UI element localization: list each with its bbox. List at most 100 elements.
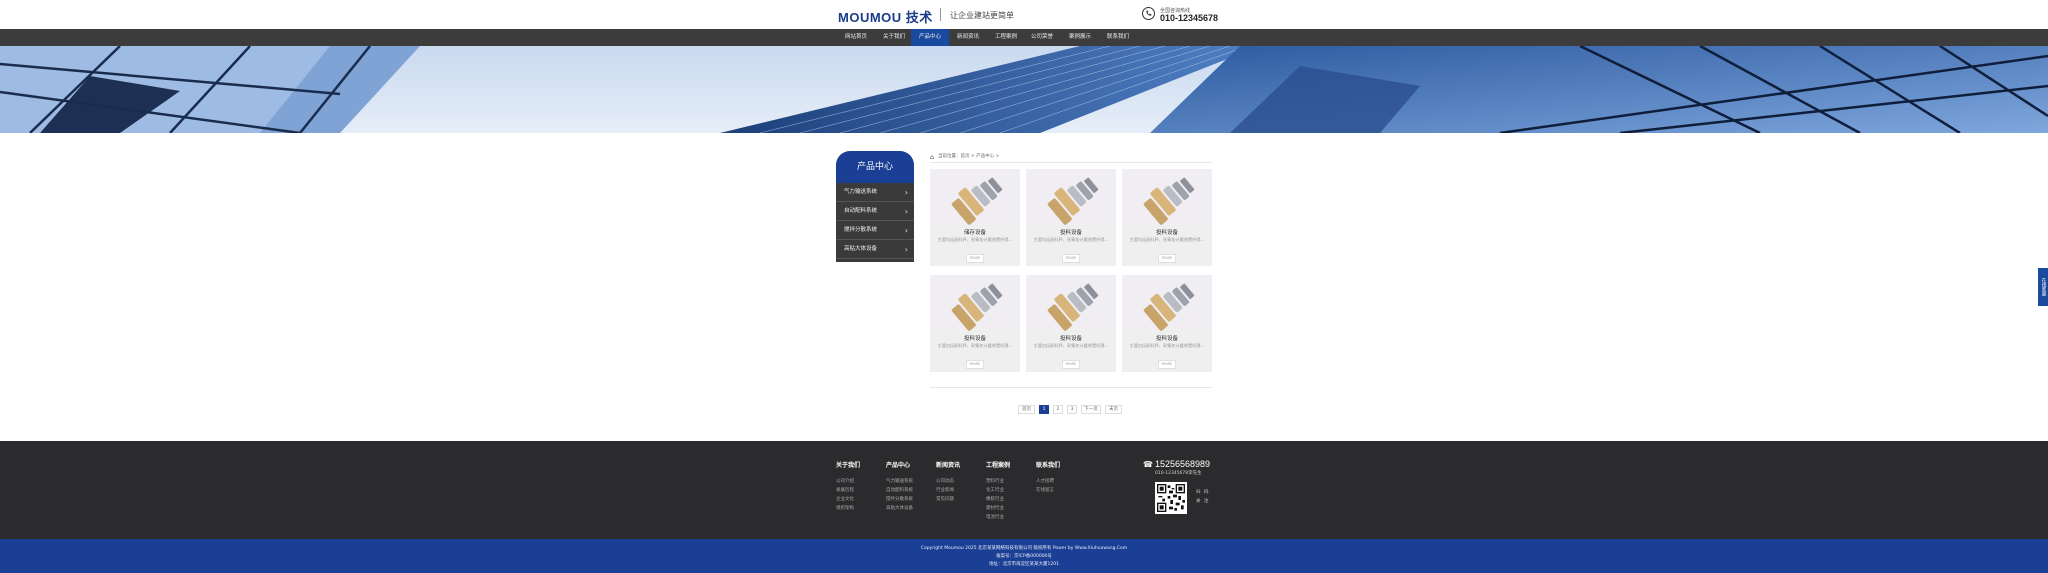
product-name[interactable]: 投料设备 bbox=[1026, 334, 1116, 342]
product-card[interactable]: 投料设备 主要包括配料秤，采集各计量装置所得... MORE bbox=[930, 275, 1020, 372]
banner-skyscraper-image bbox=[0, 46, 2048, 133]
nav-item-cases[interactable]: 工程案例 bbox=[987, 29, 1025, 46]
footer-link[interactable]: 在线留言 bbox=[1036, 487, 1054, 493]
qr-label: 注 bbox=[1204, 499, 1209, 504]
footer-link[interactable]: 发展历程 bbox=[836, 487, 854, 493]
footer-link[interactable]: 化工行业 bbox=[986, 487, 1004, 493]
footer-col-title[interactable]: 关于我们 bbox=[836, 460, 860, 469]
product-card[interactable]: 投料设备 主要包括配料秤，采集各计量装置所得... MORE bbox=[1122, 169, 1212, 266]
footer-col-title[interactable]: 联系我们 bbox=[1036, 460, 1060, 469]
product-name[interactable]: 投料设备 bbox=[930, 334, 1020, 342]
footer-col-title[interactable]: 产品中心 bbox=[886, 460, 910, 469]
site-footer bbox=[0, 441, 2048, 539]
product-desc: 主要包括配料秤，采集各计量装置所得... bbox=[1129, 237, 1205, 242]
more-button[interactable]: MORE bbox=[1062, 254, 1080, 263]
telephone-icon: ☎ bbox=[1143, 460, 1153, 469]
footer-link[interactable]: 行业新闻 bbox=[936, 487, 954, 493]
sidebar-item-mixing-dispersion[interactable]: 搅拌分散系统 › bbox=[836, 221, 914, 240]
site-header: MOUMOU 技术 让企业建站更简单 全国咨询热线 010-12345678 bbox=[0, 0, 2048, 29]
pagination-first[interactable]: 首页 bbox=[1018, 405, 1035, 414]
page: MOUMOU 技术 让企业建站更简单 全国咨询热线 010-12345678 网… bbox=[0, 0, 2048, 573]
more-button[interactable]: MORE bbox=[966, 360, 984, 369]
footer-link[interactable]: 自动配料系统 bbox=[886, 487, 913, 493]
sidebar-item-label: 自动配料系统 bbox=[844, 208, 878, 214]
nav-item-about[interactable]: 关于我们 bbox=[875, 29, 913, 46]
more-button[interactable]: MORE bbox=[1158, 360, 1176, 369]
nav-item-contact[interactable]: 联系我们 bbox=[1099, 29, 1137, 46]
product-name[interactable]: 投料设备 bbox=[1122, 228, 1212, 236]
nav-item-home[interactable]: 网站首页 bbox=[837, 29, 875, 46]
qr-label: 码 bbox=[1204, 490, 1209, 495]
product-image[interactable] bbox=[1122, 275, 1212, 331]
product-image[interactable] bbox=[1026, 275, 1116, 331]
sidebar-item-pneumatic-conveying[interactable]: 气力输送系统 › bbox=[836, 183, 914, 202]
pagination-page-2[interactable]: 2 bbox=[1053, 405, 1063, 414]
footer-link[interactable]: 高粘大体设备 bbox=[886, 505, 913, 511]
sidebar-item-label: 气力输送系统 bbox=[844, 189, 878, 195]
footer-link[interactable]: 橡胶行业 bbox=[986, 496, 1004, 502]
product-photo-cylinders bbox=[1122, 169, 1212, 225]
qr-label: 扫 bbox=[1196, 490, 1201, 495]
footer-contact: 010-12345678李先生 bbox=[1155, 471, 1202, 476]
copyright-text: Copyright Moumou 2025 北京某某网络科技有限公司 版权所有 … bbox=[920, 546, 1128, 551]
product-photo-cylinders bbox=[1026, 169, 1116, 225]
qr-label: 关 bbox=[1196, 499, 1201, 504]
product-desc: 主要包括配料秤，采集各计量装置所得... bbox=[1033, 343, 1109, 348]
pagination-next[interactable]: 下一页 bbox=[1081, 405, 1101, 414]
footer-link[interactable]: 人才招聘 bbox=[1036, 478, 1054, 484]
nav-item-honors[interactable]: 公司荣誉 bbox=[1023, 29, 1061, 46]
icp-record[interactable]: 备案号：京ICP备000000号 bbox=[0, 553, 2048, 559]
chevron-right-icon: › bbox=[904, 245, 908, 254]
product-card[interactable]: 储存设备 主要包括配料秤，采集各计量装置所得... MORE bbox=[930, 169, 1020, 266]
breadcrumb-text[interactable]: 当前位置：首页 > 产品中心 > bbox=[938, 154, 999, 159]
nav-item-news[interactable]: 新闻资讯 bbox=[949, 29, 987, 46]
site-logo[interactable]: MOUMOU 技术 bbox=[838, 7, 933, 26]
product-photo-cylinders bbox=[1026, 275, 1116, 331]
more-button[interactable]: MORE bbox=[1062, 360, 1080, 369]
home-icon[interactable]: ⌂ bbox=[930, 154, 934, 162]
footer-link[interactable]: 公司介绍 bbox=[836, 478, 854, 484]
qr-code-icon bbox=[1157, 484, 1185, 512]
footer-col-title[interactable]: 新闻资讯 bbox=[936, 460, 960, 469]
hero-banner bbox=[0, 46, 2048, 133]
nav-item-products[interactable]: 产品中心 bbox=[911, 29, 949, 46]
footer-link[interactable]: 塑料行业 bbox=[986, 478, 1004, 484]
phone-icon bbox=[1142, 7, 1155, 20]
breadcrumb: ⌂ 当前位置：首页 > 产品中心 > bbox=[930, 153, 1212, 163]
product-card[interactable]: 投料设备 主要包括配料秤，采集各计量装置所得... MORE bbox=[1026, 275, 1116, 372]
product-photo-cylinders bbox=[930, 275, 1020, 331]
product-image[interactable] bbox=[1026, 169, 1116, 225]
product-card[interactable]: 投料设备 主要包括配料秤，采集各计量装置所得... MORE bbox=[1122, 275, 1212, 372]
pagination-current[interactable]: 1 bbox=[1039, 405, 1049, 414]
footer-link[interactable]: 搅拌分散系统 bbox=[886, 496, 913, 502]
product-image[interactable] bbox=[930, 275, 1020, 331]
footer-col-title[interactable]: 工程案例 bbox=[986, 460, 1010, 469]
nav-item-showcase[interactable]: 案例展示 bbox=[1061, 29, 1099, 46]
product-name[interactable]: 投料设备 bbox=[1026, 228, 1116, 236]
sidebar-item-label: 搅拌分散系统 bbox=[844, 227, 878, 233]
footer-link[interactable]: 企业文化 bbox=[836, 496, 854, 502]
footer-link[interactable]: 建材行业 bbox=[986, 505, 1004, 511]
sidebar-item-auto-batching[interactable]: 自动配料系统 › bbox=[836, 202, 914, 221]
hotline-number: 010-12345678 bbox=[1160, 13, 1219, 23]
product-name[interactable]: 投料设备 bbox=[1122, 334, 1212, 342]
footer-link[interactable]: 电池行业 bbox=[986, 514, 1004, 520]
footer-link[interactable]: 常见问题 bbox=[936, 496, 954, 502]
more-button[interactable]: MORE bbox=[966, 254, 984, 263]
footer-link[interactable]: 公司动态 bbox=[936, 478, 954, 484]
qr-code bbox=[1155, 482, 1187, 514]
sidebar-item-high-viscosity[interactable]: 高粘大体设备 › bbox=[836, 240, 914, 259]
online-service-tab[interactable]: 在线客服 bbox=[2038, 268, 2048, 306]
footer-phone: 15256568989 bbox=[1155, 459, 1211, 469]
product-card[interactable]: 投料设备 主要包括配料秤，采集各计量装置所得... MORE bbox=[1026, 169, 1116, 266]
product-image[interactable] bbox=[930, 169, 1020, 225]
product-image[interactable] bbox=[1122, 169, 1212, 225]
product-desc: 主要包括配料秤，采集各计量装置所得... bbox=[1033, 237, 1109, 242]
pagination-last[interactable]: 末页 bbox=[1105, 405, 1122, 414]
more-button[interactable]: MORE bbox=[1158, 254, 1176, 263]
footer-link[interactable]: 气力输送系统 bbox=[886, 478, 913, 484]
content-divider bbox=[930, 387, 1212, 388]
footer-link[interactable]: 组织架构 bbox=[836, 505, 854, 511]
pagination-page-3[interactable]: 3 bbox=[1067, 405, 1077, 414]
product-name[interactable]: 储存设备 bbox=[930, 228, 1020, 236]
